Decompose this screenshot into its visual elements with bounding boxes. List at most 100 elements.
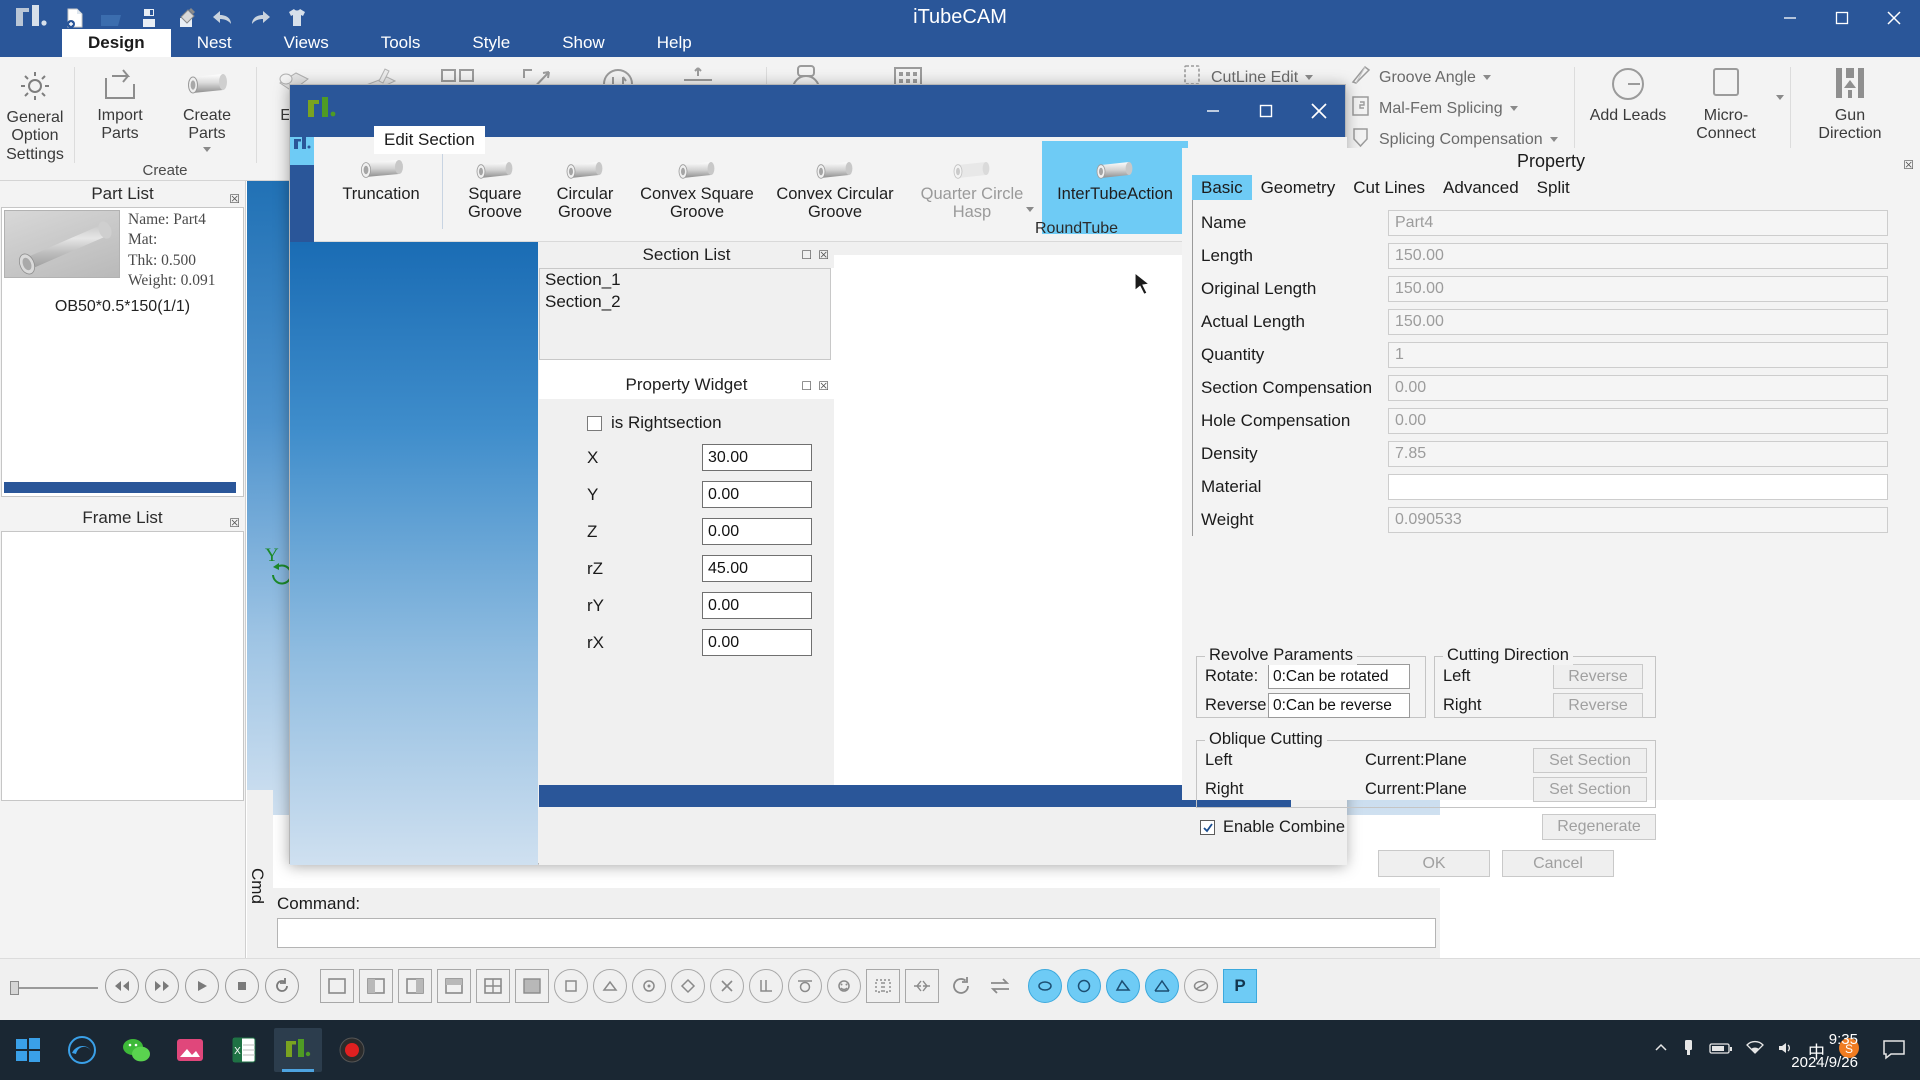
oblique-right-set-section-button[interactable]: Set Section [1533, 777, 1647, 802]
snap-tangent-icon[interactable] [788, 969, 822, 1003]
highlight-mode-5-icon[interactable] [1184, 969, 1218, 1003]
section-list-item[interactable]: Section_2 [540, 291, 830, 313]
highlight-mode-4-icon[interactable] [1145, 969, 1179, 1003]
chevron-down-icon[interactable] [1026, 207, 1034, 212]
name-input[interactable]: Part4 [1388, 209, 1888, 236]
tab-geometry[interactable]: Geometry [1252, 175, 1345, 200]
highlight-mode-3-icon[interactable] [1106, 969, 1140, 1003]
taskbar-clock[interactable]: 9:35 2024/9/26 [1791, 1029, 1858, 1074]
part-list-item[interactable]: Name: Part4 Mat: Thk: 0.500 Weight: 0.09… [2, 208, 243, 294]
panel-close-icon[interactable]: ☒ [818, 242, 829, 268]
snap-center-icon[interactable] [632, 969, 666, 1003]
windows-start-icon[interactable] [8, 1030, 48, 1070]
rotate-select[interactable]: 0:Can be rotated [1268, 664, 1410, 689]
is-rightsection-checkbox[interactable] [587, 415, 602, 431]
view-quad-icon[interactable] [476, 969, 510, 1003]
wechat-icon[interactable] [112, 1028, 160, 1072]
panel-close-icon[interactable]: ☒ [818, 372, 829, 400]
mirror-v-icon[interactable] [905, 969, 939, 1003]
snap-midpoint-icon[interactable] [593, 969, 627, 1003]
stop-button[interactable] [225, 969, 259, 1003]
dialog-maximize-button[interactable] [1239, 85, 1292, 137]
view-split-left-icon[interactable] [359, 969, 393, 1003]
actual-length-input[interactable]: 150.00 [1388, 308, 1888, 335]
tab-views[interactable]: Views [258, 29, 355, 57]
convex-square-groove-button[interactable]: Convex Square Groove [632, 141, 762, 234]
swap-icon[interactable] [983, 969, 1017, 1003]
square-groove-button[interactable]: Square Groove [452, 141, 538, 234]
cut-left-reverse-button[interactable]: Reverse [1553, 664, 1643, 689]
reverse-select[interactable]: 0:Can be reverse [1268, 693, 1410, 718]
micro-connect-button[interactable]: Micro- Connect [1680, 61, 1772, 144]
density-input[interactable]: 7.85 [1388, 440, 1888, 467]
section-compensation-input[interactable]: 0.00 [1388, 374, 1888, 401]
part-list-scrollbar[interactable] [4, 482, 236, 493]
create-parts-button[interactable]: Create Parts [166, 61, 248, 152]
dialog-close-button[interactable] [1292, 85, 1345, 137]
highlight-mode-2-icon[interactable] [1067, 969, 1101, 1003]
highlight-mode-1-icon[interactable] [1028, 969, 1062, 1003]
chevron-down-icon[interactable] [203, 146, 211, 152]
network-icon[interactable] [1746, 1040, 1764, 1060]
chevron-down-icon[interactable] [1776, 95, 1784, 100]
usb-icon[interactable] [1681, 1038, 1696, 1062]
notification-icon[interactable] [1882, 1038, 1906, 1065]
itubecam-icon[interactable] [274, 1028, 322, 1072]
view-single-icon[interactable] [320, 969, 354, 1003]
quarter-circle-hasp-button[interactable]: Quarter Circle Hasp [908, 141, 1036, 234]
oblique-left-set-section-button[interactable]: Set Section [1533, 748, 1647, 773]
tab-cut-lines[interactable]: Cut Lines [1344, 175, 1434, 200]
ry-input[interactable]: 0.00 [702, 592, 812, 619]
view-solid-icon[interactable] [515, 969, 549, 1003]
original-length-input[interactable]: 150.00 [1388, 275, 1888, 302]
section-list-item[interactable]: Section_1 [540, 269, 830, 291]
mirror-h-icon[interactable] [866, 969, 900, 1003]
chevron-down-icon[interactable] [1509, 106, 1518, 111]
panel-pin-icon[interactable]: ☐ [801, 372, 812, 400]
tab-basic[interactable]: Basic [1192, 175, 1252, 200]
next-button[interactable] [145, 969, 179, 1003]
tab-help[interactable]: Help [631, 29, 718, 57]
edge-icon[interactable] [58, 1028, 106, 1072]
snap-perpendicular-icon[interactable] [749, 969, 783, 1003]
import-parts-button[interactable]: Import Parts [80, 61, 160, 152]
battery-icon[interactable] [1709, 1041, 1733, 1059]
panel-close-icon[interactable]: ☒ [1903, 152, 1914, 179]
section-list-body[interactable]: Section_1 Section_2 [539, 268, 831, 360]
material-input[interactable] [1388, 473, 1888, 500]
view-split-vert-icon[interactable] [437, 969, 471, 1003]
groove-angle-item[interactable]: Groove Angle [1350, 65, 1558, 90]
is-rightsection-row[interactable]: is Rightsection [539, 399, 834, 439]
prev-button[interactable] [105, 969, 139, 1003]
show-hidden-icons[interactable] [1654, 1041, 1668, 1059]
dialog-minimize-button[interactable] [1186, 85, 1239, 137]
length-input[interactable]: 150.00 [1388, 242, 1888, 269]
gun-direction-button[interactable]: Gun Direction [1802, 61, 1898, 144]
tab-tools[interactable]: Tools [355, 29, 447, 57]
photos-icon[interactable] [166, 1028, 214, 1072]
z-input[interactable]: 0.00 [702, 518, 812, 545]
projection-mode-icon[interactable]: P [1223, 969, 1257, 1003]
panel-pin-icon[interactable]: ☐ [801, 242, 812, 268]
cancel-button[interactable]: Cancel [1502, 850, 1614, 877]
command-input[interactable] [277, 918, 1436, 948]
chevron-down-icon[interactable] [1549, 137, 1558, 142]
weight-input[interactable]: 0.090533 [1388, 506, 1888, 533]
enable-combine-checkbox[interactable] [1200, 820, 1215, 835]
mal-fem-splicing-item[interactable]: Mal-Fem Splicing [1350, 96, 1558, 121]
excel-icon[interactable]: X [220, 1028, 268, 1072]
snap-intersection-icon[interactable] [710, 969, 744, 1003]
view-split-right-icon[interactable] [398, 969, 432, 1003]
play-button[interactable] [185, 969, 219, 1003]
cut-right-reverse-button[interactable]: Reverse [1553, 693, 1643, 718]
tab-design[interactable]: Design [62, 29, 171, 57]
chevron-down-icon[interactable] [1482, 75, 1491, 80]
rx-input[interactable]: 0.00 [702, 629, 812, 656]
regenerate-button[interactable]: Regenerate [1542, 814, 1656, 840]
enable-combine-row[interactable]: Enable Combine [1200, 818, 1345, 837]
recorder-icon[interactable] [328, 1028, 376, 1072]
rotate-cw-icon[interactable] [944, 969, 978, 1003]
snap-quadrant-icon[interactable] [671, 969, 705, 1003]
y-input[interactable]: 0.00 [702, 481, 812, 508]
rz-input[interactable]: 45.00 [702, 555, 812, 582]
